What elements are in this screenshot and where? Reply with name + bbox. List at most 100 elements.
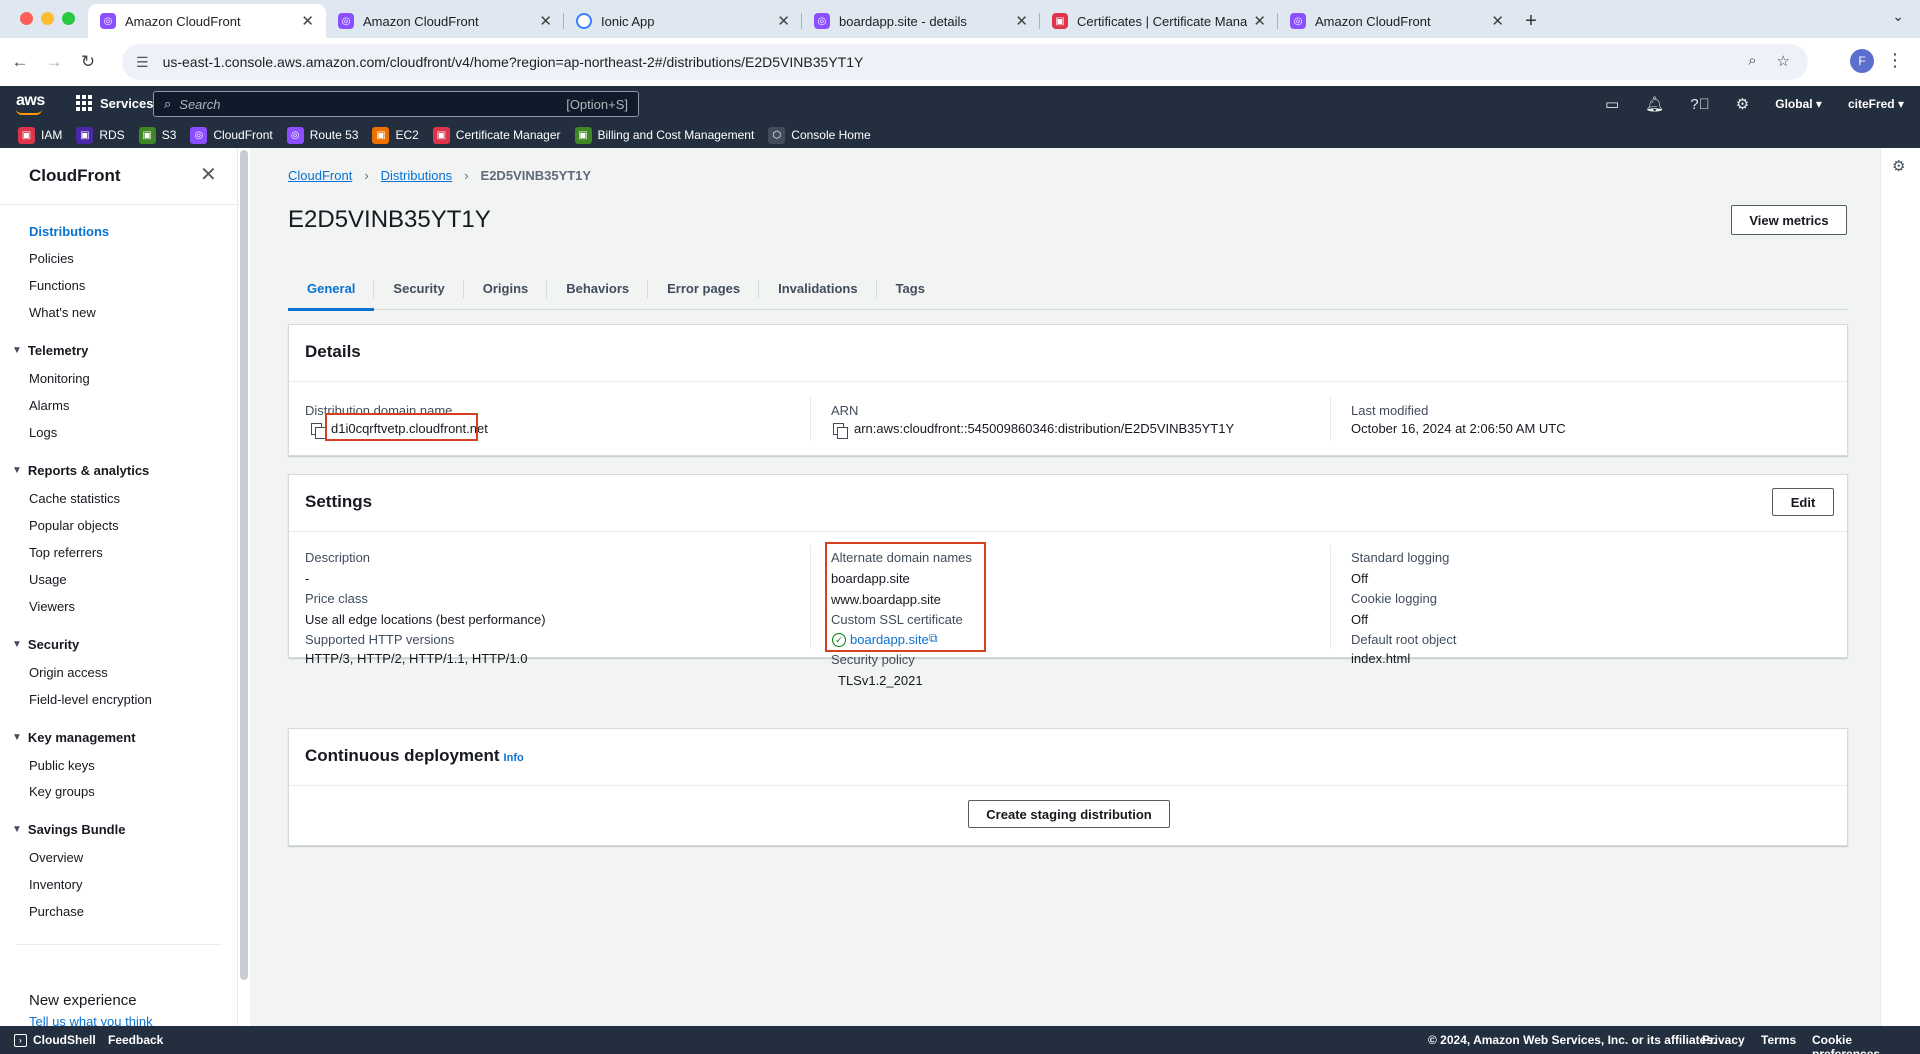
- breadcrumb-distributions[interactable]: Distributions: [381, 168, 453, 183]
- browser-menu-icon[interactable]: ⋮: [1886, 50, 1904, 71]
- sidebar-item-field-level-encryption[interactable]: Field-level encryption: [29, 692, 152, 707]
- bookmark-star-icon[interactable]: ☆: [1777, 52, 1790, 70]
- site-info-icon[interactable]: ☰: [136, 54, 149, 71]
- minimize-window-icon[interactable]: [41, 12, 54, 25]
- sidebar-item-logs[interactable]: Logs: [29, 425, 57, 440]
- browser-tab[interactable]: ◎ Amazon CloudFront ✕: [1278, 4, 1516, 38]
- cloudshell-icon[interactable]: ▭: [1605, 95, 1619, 113]
- back-arrow-icon[interactable]: ←: [6, 52, 34, 72]
- favorite-iam[interactable]: ▣ IAM: [18, 126, 62, 144]
- copy-icon[interactable]: [833, 423, 848, 439]
- sidebar-item-distributions[interactable]: Distributions: [29, 224, 109, 239]
- terms-link[interactable]: Terms: [1761, 1033, 1796, 1047]
- favorite-console-home[interactable]: ⬡ Console Home: [768, 126, 871, 144]
- sidebar-item-key-groups[interactable]: Key groups: [29, 784, 95, 799]
- aws-search-box[interactable]: ⌕ [Option+S]: [153, 91, 639, 117]
- tools-panel-icon[interactable]: ⚙: [1892, 157, 1905, 175]
- sidebar-section-telemetry[interactable]: ▼ Telemetry: [12, 343, 88, 358]
- aws-logo[interactable]: aws: [16, 92, 45, 115]
- tab-security[interactable]: Security: [374, 266, 464, 310]
- services-menu-button[interactable]: Services: [76, 95, 154, 111]
- close-window-icon[interactable]: [20, 12, 33, 25]
- page-title: E2D5VINB35YT1Y: [288, 206, 491, 233]
- address-bar[interactable]: ☰ us-east-1.console.aws.amazon.com/cloud…: [122, 44, 1808, 80]
- settings-gear-icon[interactable]: ⚙: [1736, 95, 1749, 113]
- favorite-billing[interactable]: ▣ Billing and Cost Management: [574, 126, 754, 144]
- tab-origins[interactable]: Origins: [464, 266, 548, 310]
- browser-tab[interactable]: Ionic App ✕: [564, 4, 802, 38]
- search-input[interactable]: [179, 96, 567, 112]
- new-tab-button[interactable]: +: [1516, 4, 1546, 38]
- copy-icon[interactable]: [311, 423, 326, 439]
- tab-general[interactable]: General: [288, 266, 375, 311]
- tab-error-pages[interactable]: Error pages: [648, 266, 760, 310]
- cookie-preferences-link[interactable]: Cookie preferences: [1812, 1033, 1920, 1054]
- sidebar-item-inventory[interactable]: Inventory: [29, 877, 82, 892]
- create-staging-distribution-button[interactable]: Create staging distribution: [968, 800, 1170, 828]
- sidebar-item-monitoring[interactable]: Monitoring: [29, 371, 90, 386]
- forward-arrow-icon[interactable]: →: [40, 52, 68, 72]
- rds-icon: ▣: [76, 126, 94, 144]
- url-text[interactable]: us-east-1.console.aws.amazon.com/cloudfr…: [163, 54, 864, 70]
- view-metrics-button[interactable]: View metrics: [1731, 205, 1847, 235]
- favorite-cloudfront[interactable]: ◎ CloudFront: [190, 126, 273, 144]
- sidebar-item-alarms[interactable]: Alarms: [29, 398, 69, 413]
- profile-avatar[interactable]: F: [1850, 49, 1874, 73]
- favorite-s3[interactable]: ▣ S3: [138, 126, 176, 144]
- maximize-window-icon[interactable]: [62, 12, 75, 25]
- tell-us-link[interactable]: Tell us what you think: [29, 1014, 153, 1026]
- sidebar-item-overview[interactable]: Overview: [29, 850, 83, 865]
- cloudshell-button[interactable]: › CloudShell: [14, 1033, 96, 1047]
- certificate-manager-icon: ▣: [432, 126, 450, 144]
- account-menu[interactable]: citeFred ▾: [1848, 97, 1904, 111]
- browser-tab[interactable]: ◎ Amazon CloudFront ✕: [326, 4, 564, 38]
- browser-tab-title: Amazon CloudFront: [125, 13, 241, 29]
- sidebar-item-popular-objects[interactable]: Popular objects: [29, 518, 119, 533]
- region-selector[interactable]: Global ▾: [1775, 97, 1822, 111]
- sidebar-item-functions[interactable]: Functions: [29, 278, 85, 293]
- favorite-certificate-manager[interactable]: ▣ Certificate Manager: [432, 126, 561, 144]
- favorite-rds[interactable]: ▣ RDS: [76, 126, 125, 144]
- sidebar-item-policies[interactable]: Policies: [29, 251, 74, 266]
- sidebar-section-key-management[interactable]: ▼ Key management: [12, 730, 136, 745]
- close-tab-icon[interactable]: ✕: [301, 12, 314, 30]
- sidebar-section-security[interactable]: ▼ Security: [12, 637, 79, 652]
- favorite-route53[interactable]: ◎ Route 53: [286, 126, 358, 144]
- close-tab-icon[interactable]: ✕: [539, 12, 552, 30]
- close-icon[interactable]: ✕: [200, 162, 217, 187]
- sidebar-section-reports[interactable]: ▼ Reports & analytics: [12, 463, 149, 478]
- privacy-link[interactable]: Privacy: [1702, 1033, 1745, 1047]
- browser-tab[interactable]: ▣ Certificates | Certificate Mana ✕: [1040, 4, 1278, 38]
- close-tab-icon[interactable]: ✕: [1491, 12, 1504, 30]
- browser-tab[interactable]: ◎ Amazon CloudFront ✕: [88, 4, 326, 38]
- close-tab-icon[interactable]: ✕: [1253, 12, 1266, 30]
- sidebar-item-usage[interactable]: Usage: [29, 572, 67, 587]
- tab-invalidations[interactable]: Invalidations: [759, 266, 877, 310]
- sidebar-item-cache-statistics[interactable]: Cache statistics: [29, 491, 120, 506]
- browser-tab[interactable]: ◎ boardapp.site - details ✕: [802, 4, 1040, 38]
- sidebar-title[interactable]: CloudFront: [29, 166, 121, 186]
- sidebar-item-viewers[interactable]: Viewers: [29, 599, 75, 614]
- edit-button[interactable]: Edit: [1772, 488, 1834, 516]
- cookie-logging-label: Cookie logging: [1351, 591, 1438, 606]
- sidebar-item-whats-new[interactable]: What's new: [29, 305, 96, 320]
- info-link[interactable]: Info: [504, 752, 524, 764]
- reload-icon[interactable]: ↻: [74, 52, 102, 72]
- tab-behaviors[interactable]: Behaviors: [547, 266, 649, 310]
- sidebar-item-purchase[interactable]: Purchase: [29, 904, 84, 919]
- sidebar-item-origin-access[interactable]: Origin access: [29, 665, 108, 680]
- close-tab-icon[interactable]: ✕: [777, 12, 790, 30]
- help-icon[interactable]: ?⃝: [1690, 96, 1710, 113]
- sidebar-section-savings-bundle[interactable]: ▼ Savings Bundle: [12, 822, 125, 837]
- favorite-ec2[interactable]: ▣ EC2: [372, 126, 419, 144]
- notifications-bell-icon[interactable]: 🔔︎: [1645, 95, 1664, 113]
- breadcrumb-cloudfront[interactable]: CloudFront: [288, 168, 352, 183]
- feedback-button[interactable]: Feedback: [108, 1033, 163, 1047]
- tab-tags[interactable]: Tags: [877, 266, 944, 310]
- sidebar-item-top-referrers[interactable]: Top referrers: [29, 545, 103, 560]
- close-tab-icon[interactable]: ✕: [1015, 12, 1028, 30]
- tab-search-chevron-icon[interactable]: ⌄: [1892, 8, 1904, 25]
- sidebar-item-public-keys[interactable]: Public keys: [29, 758, 95, 773]
- sidebar-scrollbar[interactable]: [240, 150, 248, 980]
- zoom-icon[interactable]: ⌕: [1748, 52, 1756, 70]
